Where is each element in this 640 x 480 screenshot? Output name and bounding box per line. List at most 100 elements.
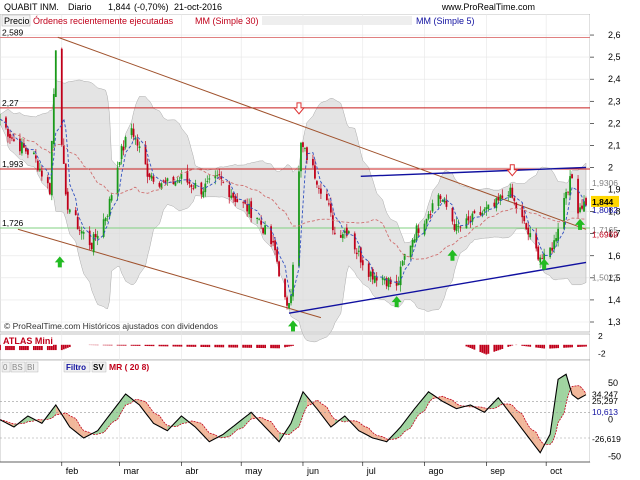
atlas-bar bbox=[569, 344, 571, 348]
atlas-bar bbox=[579, 344, 581, 347]
left-value-label: 1,726 bbox=[2, 218, 24, 228]
atlas-bar bbox=[186, 344, 189, 347]
atlas-bar bbox=[481, 344, 484, 353]
atlas-bar bbox=[214, 344, 217, 348]
mr-value-label: 10,613 bbox=[592, 407, 618, 417]
candle-body bbox=[567, 191, 569, 193]
candle-body bbox=[507, 195, 510, 196]
candle-body bbox=[66, 191, 69, 210]
atlas-bar bbox=[176, 344, 179, 347]
candle-body bbox=[465, 218, 468, 229]
candle-body bbox=[329, 203, 332, 213]
candle-body bbox=[46, 177, 49, 184]
legend-mm5[interactable]: MM (Simple 5) bbox=[416, 16, 475, 26]
candle-body bbox=[162, 180, 165, 182]
atlas-bar bbox=[487, 344, 490, 354]
x-tick-label: sep bbox=[490, 466, 505, 476]
candle-body bbox=[367, 263, 370, 277]
legend-precio[interactable]: Precio bbox=[4, 16, 30, 26]
candle-body bbox=[262, 227, 265, 234]
candle-body bbox=[232, 192, 235, 198]
y-tick-label: 2,1 bbox=[608, 140, 621, 150]
atlas-bar bbox=[180, 344, 183, 347]
y-tick-label: 2,2 bbox=[608, 118, 621, 128]
candle-body bbox=[136, 139, 139, 146]
candle-body bbox=[395, 281, 398, 286]
candle-body bbox=[485, 207, 488, 210]
legend-ordenes[interactable]: Órdenes recientemente ejecutadas bbox=[33, 16, 174, 26]
atlas-bar bbox=[174, 344, 177, 347]
atlas-bar bbox=[54, 344, 57, 351]
atlas-bar bbox=[60, 344, 63, 351]
candle-body bbox=[429, 214, 432, 215]
header-last: 1,844 bbox=[108, 2, 131, 12]
candle-body bbox=[431, 203, 434, 212]
atlas-bar bbox=[467, 344, 470, 348]
candle-body bbox=[304, 147, 306, 149]
candle-body bbox=[124, 137, 127, 148]
candle-body bbox=[497, 197, 500, 201]
candle-body bbox=[399, 266, 402, 286]
atlas-bar bbox=[164, 344, 167, 347]
candle-body bbox=[471, 213, 474, 222]
atlas-bar bbox=[549, 344, 552, 349]
candle-body bbox=[138, 146, 141, 149]
legend-mm30[interactable]: MM (Simple 30) bbox=[195, 16, 259, 26]
x-axis: feb mar abr may jun jul ago sep oct bbox=[0, 461, 590, 476]
y-tick-label: 1,6 bbox=[608, 251, 621, 261]
svg-text:SV: SV bbox=[93, 363, 104, 372]
y-tick-label: 2,3 bbox=[608, 96, 621, 106]
candle-body bbox=[96, 235, 99, 239]
atlas-bar bbox=[202, 344, 205, 348]
atlas-bar bbox=[0, 344, 1, 351]
candle-body bbox=[527, 227, 530, 235]
svg-text:Filtro: Filtro bbox=[66, 363, 86, 372]
candle-body bbox=[571, 174, 573, 179]
candle-body bbox=[479, 212, 482, 215]
atlas-bar bbox=[270, 344, 272, 349]
btn-mr[interactable]: MR ( 20 8) bbox=[109, 362, 149, 372]
atlas-bar bbox=[120, 344, 123, 346]
atlas-bar bbox=[493, 344, 496, 352]
atlas-bar bbox=[497, 344, 500, 351]
atlas-bar bbox=[262, 344, 265, 349]
x-tick-label: mar bbox=[124, 466, 140, 476]
candle-body bbox=[427, 214, 430, 219]
atlas-bar bbox=[563, 344, 565, 348]
header-site[interactable]: www.ProRealTime.com bbox=[441, 2, 535, 12]
atlas-bar bbox=[585, 344, 587, 347]
atlas-tick-label: 2 bbox=[598, 331, 603, 341]
atlas-bar bbox=[543, 344, 546, 349]
x-tick-label: jun bbox=[306, 466, 319, 476]
atlas-bar bbox=[110, 344, 113, 346]
candle-body bbox=[82, 232, 85, 234]
atlas-bar bbox=[160, 344, 163, 347]
atlas-bar bbox=[104, 344, 107, 346]
atlas-bar bbox=[557, 344, 560, 349]
candle-body bbox=[353, 233, 356, 250]
candle-body bbox=[284, 279, 286, 298]
candle-body bbox=[331, 215, 334, 231]
atlas-title[interactable]: ATLAS Mini bbox=[3, 336, 53, 346]
candle-body bbox=[389, 279, 392, 285]
atlas-bar bbox=[260, 344, 263, 349]
atlas-bar bbox=[479, 344, 482, 353]
x-tick-label: jul bbox=[366, 466, 376, 476]
atlas-bar bbox=[565, 344, 567, 348]
atlas-bar bbox=[244, 344, 247, 348]
candle-body bbox=[208, 178, 211, 180]
candle-body bbox=[272, 240, 274, 243]
candle-body bbox=[258, 218, 261, 220]
candle-body bbox=[102, 219, 105, 237]
candle-body bbox=[357, 250, 360, 252]
svg-text:0: 0 bbox=[3, 363, 8, 372]
atlas-bar bbox=[473, 344, 476, 350]
atlas-bar bbox=[230, 344, 233, 348]
candle-body bbox=[202, 191, 205, 197]
candle-body bbox=[216, 174, 219, 176]
candle-body bbox=[152, 176, 155, 182]
atlas-bar bbox=[278, 344, 280, 349]
candle-body bbox=[148, 173, 151, 178]
candle-body bbox=[94, 233, 97, 238]
candle-body bbox=[288, 303, 290, 308]
